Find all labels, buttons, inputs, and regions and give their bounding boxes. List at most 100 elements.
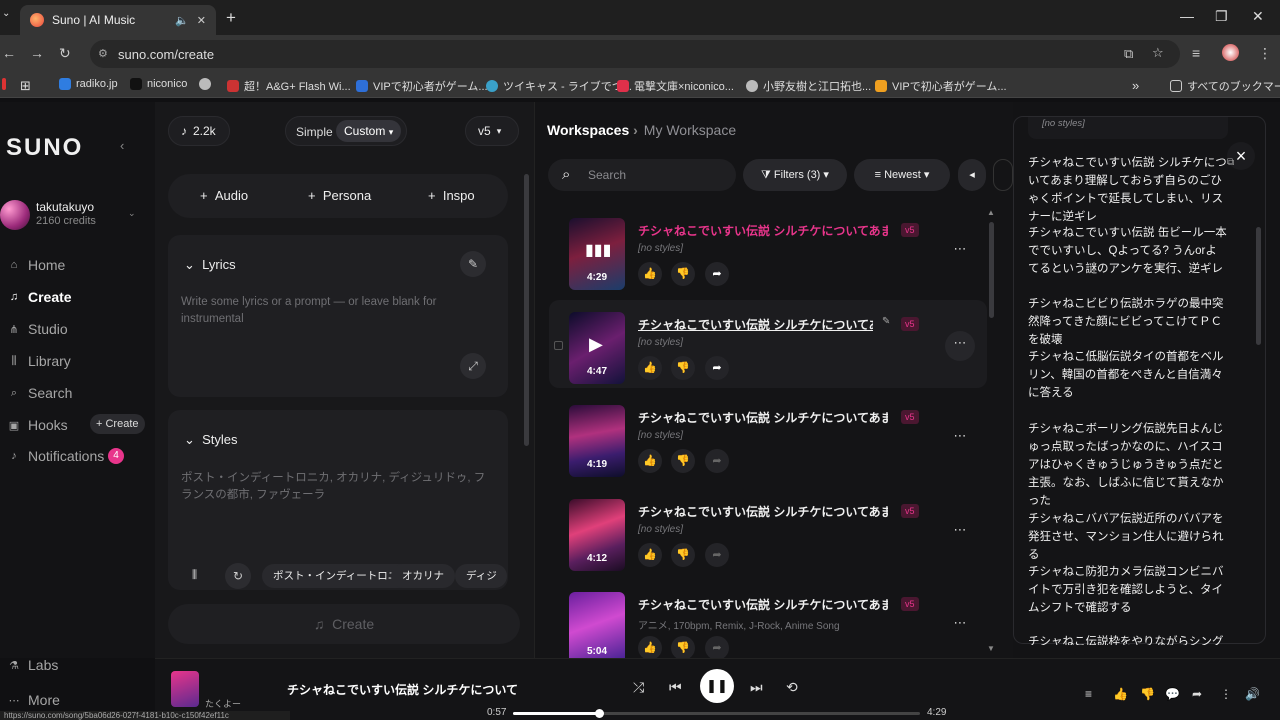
- thumbs-up-icon[interactable]: 👍: [638, 262, 662, 286]
- sidebar-item-library[interactable]: ⫼ Library: [8, 353, 70, 369]
- sidebar-item-labs[interactable]: ⚗ Labs: [8, 657, 58, 673]
- select-checkbox[interactable]: [554, 341, 563, 350]
- sidebar-item-home[interactable]: ⌂ Home: [8, 257, 66, 273]
- address-bar[interactable]: ⚙ suno.com/create ⧉ ☆: [90, 40, 1180, 68]
- bookmark-item[interactable]: ツイキャス - ライブでつ...: [486, 78, 632, 94]
- styles-input[interactable]: ポスト・インディートロニカ, オカリナ, ディジュリドゥ, フランスの都市, フ…: [181, 470, 496, 504]
- bookmark-item[interactable]: VIPで初心者がゲーム...: [356, 78, 488, 94]
- browser-menu-icon[interactable]: ⋮: [1258, 45, 1272, 62]
- forward-icon[interactable]: →: [30, 45, 44, 61]
- thumbs-up-icon[interactable]: 👍: [638, 543, 662, 567]
- share-icon[interactable]: ➦: [705, 636, 729, 658]
- chevron-down-icon[interactable]: ⌄: [128, 208, 136, 219]
- song-row[interactable]: 4:19 チシャねこでいすい伝説 シルチケについてあまり理解... v5 [no…: [549, 393, 987, 481]
- compose-scrollbar[interactable]: [524, 174, 529, 446]
- close-tab-icon[interactable]: ✕: [197, 14, 206, 27]
- share-icon[interactable]: ➦: [705, 543, 729, 567]
- more-options-icon[interactable]: ⋯: [945, 424, 975, 454]
- scroll-up-icon[interactable]: ▲: [987, 208, 995, 217]
- sidebar-item-notifications[interactable]: ♪ Notifications: [8, 448, 104, 464]
- sort-button[interactable]: ≡ Newest ▾: [854, 159, 950, 191]
- song-row[interactable]: ▶ 4:47 チシャねこでいすい伝説 シルチケについてあまり理... ✎ v5 …: [549, 300, 987, 388]
- more-options-icon[interactable]: ⋯: [945, 237, 975, 267]
- sidebar-item-search[interactable]: ⌕ Search: [8, 385, 72, 401]
- song-row[interactable]: 5:04 チシャねこでいすい伝説 シルチケについてあまり理解... v5 アニメ…: [549, 580, 987, 658]
- hooks-create-button[interactable]: + Create: [90, 414, 145, 434]
- mode-simple[interactable]: Simple: [296, 125, 333, 139]
- filters-button[interactable]: ⧩ Filters (3) ▾: [743, 159, 847, 191]
- lyrics-input[interactable]: Write some lyrics or a prompt — or leave…: [181, 294, 481, 328]
- thumbs-up-icon[interactable]: 👍: [638, 356, 662, 380]
- thumbs-down-icon[interactable]: 👎: [671, 356, 695, 380]
- queue-icon[interactable]: ≡: [1085, 687, 1092, 701]
- workspace-search-input[interactable]: ⌕ Search: [548, 159, 736, 191]
- progress-knob[interactable]: [595, 709, 605, 718]
- progress-slider[interactable]: [513, 709, 920, 718]
- song-row[interactable]: ▮▮▮ 4:29 チシャねこでいすい伝説 シルチケについてあまり理解... v5…: [549, 206, 987, 294]
- more-vertical-icon[interactable]: ⋮: [1220, 687, 1232, 701]
- thumbs-down-icon[interactable]: 👎: [671, 262, 695, 286]
- edit-pencil-icon[interactable]: ✎: [882, 316, 890, 327]
- song-title[interactable]: チシャねこでいすい伝説 シルチケについてあまり理解...: [638, 503, 888, 520]
- shuffle-styles-icon[interactable]: ↻: [225, 563, 251, 589]
- scroll-down-icon[interactable]: ▼: [987, 644, 995, 653]
- sidebar-item-more[interactable]: ⋯ More: [8, 692, 60, 708]
- thumbs-up-icon[interactable]: 👍: [638, 636, 662, 658]
- play-icon[interactable]: ▶: [589, 334, 603, 355]
- thumbs-up-icon[interactable]: 👍: [638, 449, 662, 473]
- more-options-icon[interactable]: ⋯: [945, 518, 975, 548]
- avatar[interactable]: [0, 200, 30, 230]
- more-bookmarks-icon[interactable]: »: [1132, 78, 1139, 93]
- thumbs-down-icon[interactable]: 👎: [1140, 687, 1155, 701]
- comment-icon[interactable]: 💬: [1165, 687, 1180, 701]
- bookmark-item[interactable]: 超！A&G+ Flash Wi...: [227, 78, 351, 94]
- collapse-sidebar-icon[interactable]: ‹: [120, 138, 124, 153]
- workspace-scrollbar[interactable]: [989, 222, 994, 318]
- magic-wand-icon[interactable]: ✎: [460, 251, 486, 277]
- expand-icon[interactable]: ⤢: [460, 353, 486, 379]
- now-playing-cover[interactable]: [171, 671, 199, 707]
- tab-search-icon[interactable]: ⌄: [2, 8, 10, 19]
- style-tag[interactable]: ディジ: [455, 564, 507, 588]
- minimize-icon[interactable]: —: [1180, 8, 1194, 24]
- previous-icon[interactable]: ⏮: [669, 679, 682, 696]
- share-icon[interactable]: ➦: [705, 356, 729, 380]
- audio-playing-icon[interactable]: 🔈: [175, 14, 189, 27]
- next-icon[interactable]: ⏭: [750, 679, 763, 696]
- shuffle-icon[interactable]: ⤮: [633, 679, 644, 696]
- now-playing-title[interactable]: チシャねこでいすい伝説 シルチケについて: [287, 681, 518, 698]
- add-persona-button[interactable]: + Persona: [308, 188, 371, 203]
- scroll-left-icon[interactable]: ◂: [958, 159, 986, 191]
- bookmark-item[interactable]: radiko.jp: [59, 78, 118, 90]
- mode-toggle[interactable]: Simple Custom ▾: [285, 116, 407, 146]
- bookmark-item[interactable]: niconico: [130, 78, 187, 90]
- mode-custom[interactable]: Custom ▾: [336, 120, 402, 142]
- apps-grid-icon[interactable]: ⊞: [20, 78, 31, 94]
- reload-icon[interactable]: ↻: [59, 45, 71, 62]
- now-playing-artist[interactable]: たくよー: [205, 697, 241, 710]
- model-select[interactable]: v5 ▾: [465, 116, 519, 146]
- sidebar-item-hooks[interactable]: ▣ Hooks: [8, 417, 68, 433]
- filter-chip-edge[interactable]: [993, 159, 1013, 191]
- add-inspo-button[interactable]: + Inspo: [428, 188, 475, 203]
- pause-button[interactable]: ❚❚: [700, 669, 734, 703]
- song-title[interactable]: チシャねこでいすい伝説 シルチケについてあまり理解...: [638, 596, 888, 613]
- install-app-icon[interactable]: ⧉: [1124, 46, 1133, 62]
- username[interactable]: takutakuyo: [36, 200, 94, 214]
- back-icon[interactable]: ←: [2, 45, 16, 61]
- bookmark-item[interactable]: [199, 78, 216, 90]
- profile-avatar-icon[interactable]: [1222, 44, 1239, 61]
- bookmark-item[interactable]: 電撃文庫×niconico...: [617, 78, 734, 94]
- song-row[interactable]: 4:12 チシャねこでいすい伝説 シルチケについてあまり理解... v5 [no…: [549, 487, 987, 575]
- sidebar-item-create[interactable]: ♫ Create: [8, 289, 72, 305]
- maximize-icon[interactable]: ❐: [1215, 8, 1228, 25]
- lyrics-header[interactable]: ⌄ Lyrics: [184, 257, 236, 273]
- lyrics-scrollbar[interactable]: [1256, 227, 1261, 345]
- thumbs-up-icon[interactable]: 👍: [1113, 687, 1128, 701]
- window-close-icon[interactable]: ✕: [1252, 8, 1264, 25]
- suno-logo[interactable]: SUNO: [6, 134, 83, 162]
- add-audio-button[interactable]: + Audio: [200, 188, 248, 203]
- share-icon[interactable]: ➦: [705, 449, 729, 473]
- copy-icon[interactable]: ⧉: [1227, 157, 1234, 168]
- media-control-icon[interactable]: ≡: [1192, 45, 1200, 61]
